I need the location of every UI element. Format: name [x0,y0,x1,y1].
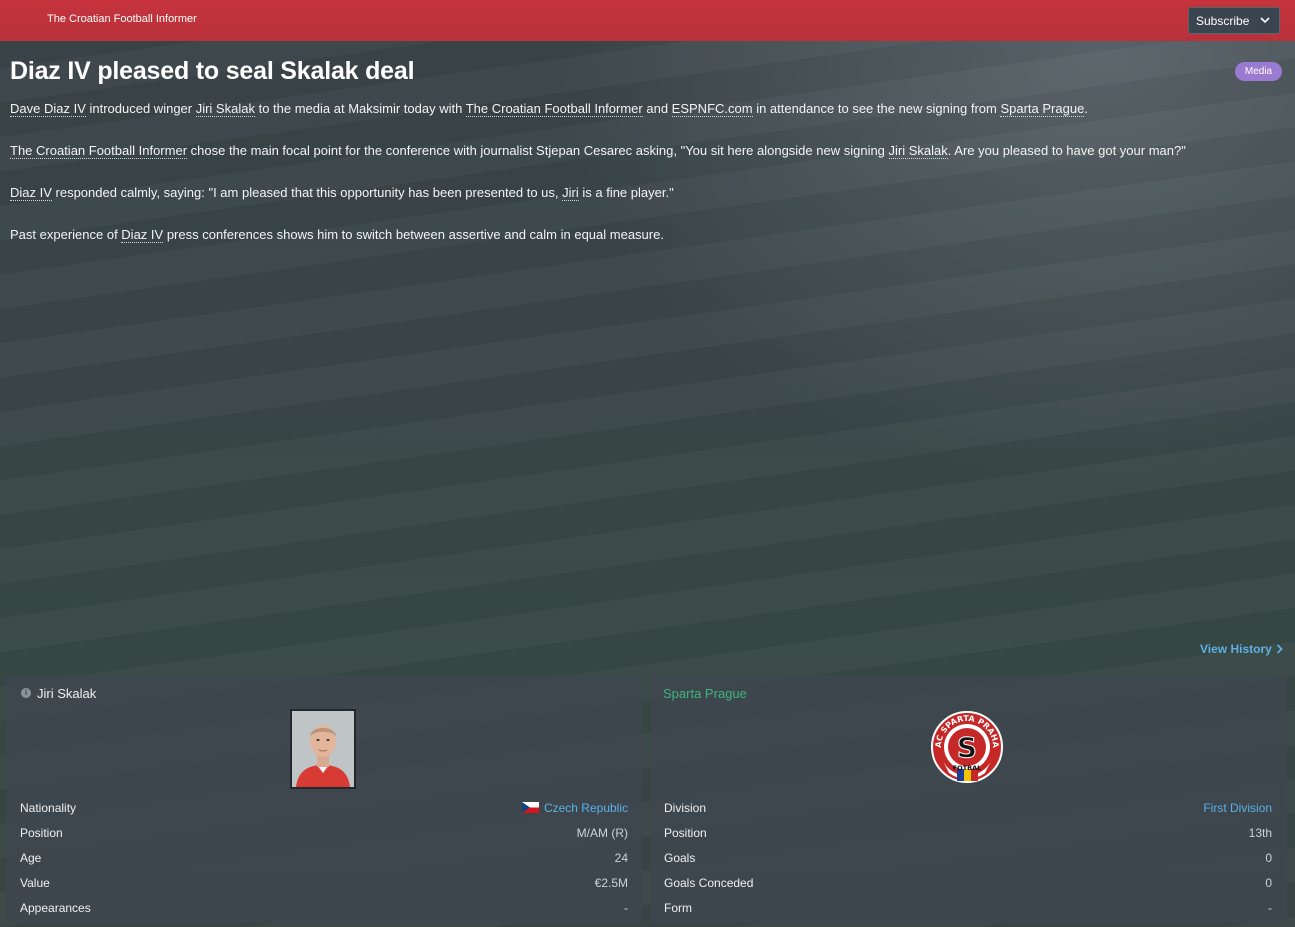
newspaper-link[interactable]: The Croatian Football Informer [10,143,188,159]
player-panel: i Jiri Skalak Nationality Czech Republic [6,675,642,923]
info-icon[interactable]: i [21,688,31,698]
detail-row: Form - [664,901,1272,915]
paragraph-1: Dave Diaz IV introduced winger Jiri Skal… [10,101,1088,117]
detail-row: Position M/AM (R) [20,826,628,840]
category-badge: Media [1235,62,1282,81]
top-bar: The Croatian Football Informer Subscribe [0,0,1295,41]
paragraph-3: Diaz IV responded calmly, saying: "I am … [10,185,674,201]
player-link[interactable]: Jiri Skalak [888,143,948,159]
manager-link[interactable]: Diaz IV [10,185,52,201]
detail-row: Position 13th [664,826,1272,840]
detail-row: Nationality Czech Republic [20,801,628,815]
article-headline: Diaz IV pleased to seal Skalak deal [10,57,415,85]
player-link[interactable]: Jiri [562,185,579,201]
player-details: Nationality Czech Republic Position M/AM… [20,799,628,924]
player-link[interactable]: Jiri Skalak [195,101,255,117]
chevron-right-icon [1276,644,1283,654]
paragraph-4: Past experience of Diaz IV press confere… [10,227,664,243]
club-panel: Sparta Prague S AC SPARTA PRAHA FOTBAL D… [651,675,1287,923]
detail-row: Goals 0 [664,851,1272,865]
detail-row: Goals Conceded 0 [664,876,1272,890]
detail-row: Division First Division [664,801,1272,815]
view-history-link[interactable]: View History [1200,642,1283,656]
club-name[interactable]: Sparta Prague [663,686,747,701]
paragraph-2: The Croatian Football Informer chose the… [10,143,1186,159]
club-link[interactable]: Sparta Prague [1000,101,1085,117]
player-photo [290,709,356,789]
detail-row: Appearances - [20,901,628,915]
club-details: Division First Division Position 13th Go… [664,799,1272,924]
subscribe-label: Subscribe [1196,13,1250,28]
czech-flag-icon [521,802,539,813]
manager-link[interactable]: Dave Diaz IV [10,101,86,117]
club-crest: S AC SPARTA PRAHA FOTBAL [929,707,1005,787]
newspaper-link[interactable]: The Croatian Football Informer [465,101,643,117]
detail-row: Age 24 [20,851,628,865]
detail-row: Value €2.5M [20,876,628,890]
crest-letter: S [957,731,977,764]
manager-link[interactable]: Diaz IV [121,227,164,243]
source-name: The Croatian Football Informer [47,13,197,25]
division-link[interactable]: First Division [1203,801,1272,815]
media-outlet-link[interactable]: ESPNFC.com [671,101,753,117]
subscribe-button[interactable]: Subscribe [1188,7,1280,34]
crest-bottom-text: FOTBAL [953,764,982,772]
player-name[interactable]: Jiri Skalak [37,686,96,701]
chevron-down-icon [1260,17,1270,24]
nationality-value[interactable]: Czech Republic [521,801,628,815]
